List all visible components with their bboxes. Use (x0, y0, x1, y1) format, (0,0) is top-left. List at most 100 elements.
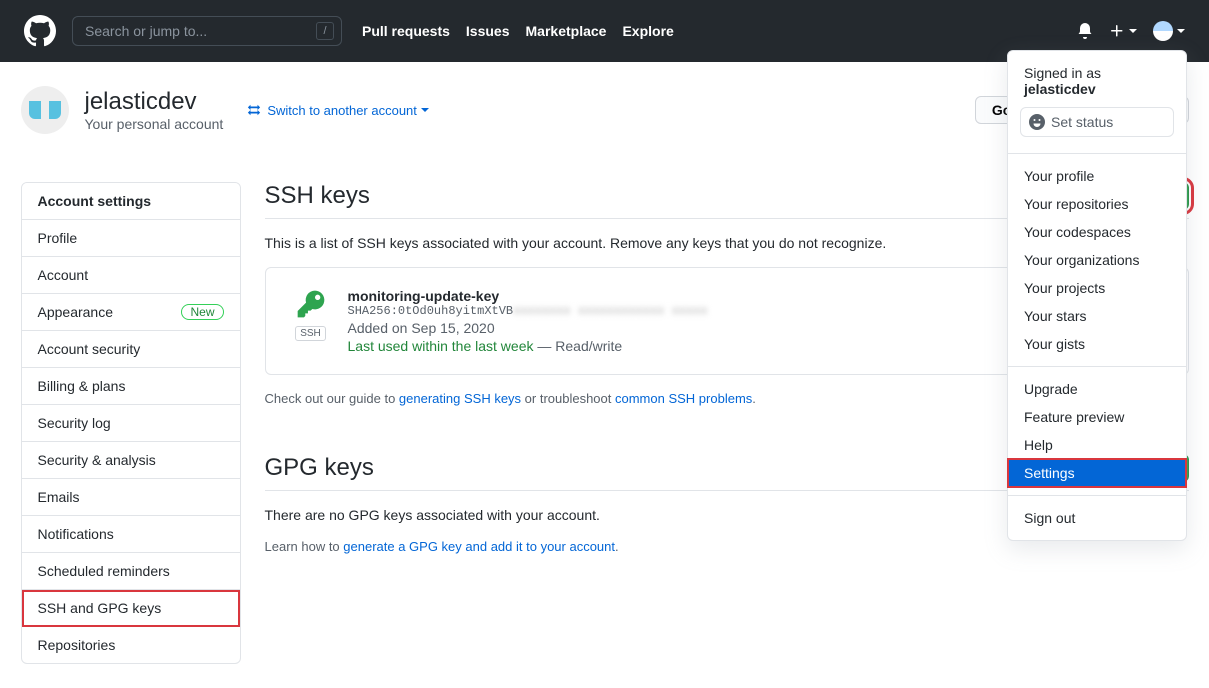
sidebar-item-label: Appearance (38, 304, 114, 320)
avatar-icon (1153, 21, 1173, 41)
dd-settings[interactable]: Settings (1008, 459, 1186, 487)
smiley-icon (1029, 114, 1045, 130)
dd-section-account: Upgrade Feature preview Help Settings (1008, 367, 1186, 495)
caret-down-icon (421, 108, 429, 112)
key-fp-prefix: SHA256:0tOd0uh8yitmXtVB (348, 304, 514, 318)
generate-gpg-key-link[interactable]: generate a GPG key and add it to your ac… (343, 539, 615, 554)
nav-marketplace[interactable]: Marketplace (526, 23, 607, 39)
key-last-used-text: Last used within the last week (348, 338, 534, 354)
bell-icon (1077, 23, 1093, 39)
guide-text: Check out our guide to (265, 391, 399, 406)
search-slash-icon: / (316, 22, 334, 40)
sidebar-item-security-log[interactable]: Security log (22, 405, 240, 442)
gpg-guide: Learn how to generate a GPG key and add … (265, 539, 1189, 554)
key-fp-blur: xxxxxxxx xxxxxxxxxxxx xxxxx (513, 304, 707, 318)
dd-your-codespaces[interactable]: Your codespaces (1008, 218, 1186, 246)
dd-section-signout: Sign out (1008, 496, 1186, 540)
nav-issues[interactable]: Issues (466, 23, 510, 39)
dd-feature-preview[interactable]: Feature preview (1008, 403, 1186, 431)
key-icon (295, 288, 327, 320)
dd-your-organizations[interactable]: Your organizations (1008, 246, 1186, 274)
dd-help[interactable]: Help (1008, 431, 1186, 459)
nav-pull-requests[interactable]: Pull requests (362, 23, 450, 39)
create-new-button[interactable] (1109, 23, 1137, 39)
search-input[interactable] (72, 16, 342, 46)
user-dropdown: Signed in as jelasticdev Set status Your… (1007, 50, 1187, 541)
set-status-label: Set status (1051, 114, 1113, 130)
dd-your-gists[interactable]: Your gists (1008, 330, 1186, 358)
sidebar-item-label: Security log (38, 415, 111, 431)
caret-down-icon (1177, 29, 1185, 33)
sidebar-item-security-analysis[interactable]: Security & analysis (22, 442, 240, 479)
notifications-button[interactable] (1077, 23, 1093, 39)
dd-sign-out[interactable]: Sign out (1008, 504, 1186, 532)
key-last-used: Last used within the last week — Read/wr… (348, 338, 1102, 354)
sidebar: Account settings Profile Account Appeara… (21, 182, 241, 664)
sidebar-item-profile[interactable]: Profile (22, 220, 240, 257)
key-icon-wrap: SSH (286, 288, 336, 354)
key-name: monitoring-update-key (348, 288, 1102, 304)
signed-in-prefix: Signed in as (1024, 65, 1101, 81)
sidebar-item-label: Account (38, 267, 89, 283)
signed-in-user: jelasticdev (1024, 81, 1096, 97)
ssh-tag: SSH (295, 326, 326, 341)
sidebar-item-repositories[interactable]: Repositories (22, 627, 240, 663)
sidebar-item-label: SSH and GPG keys (38, 600, 162, 616)
profile-title-block: jelasticdev Your personal account (85, 88, 224, 132)
key-added-date: Added on Sep 15, 2020 (348, 320, 1102, 336)
switch-account-link[interactable]: Switch to another account (247, 103, 429, 118)
search-wrap: / (72, 16, 342, 46)
key-info: monitoring-update-key SHA256:0tOd0uh8yit… (348, 288, 1102, 354)
sidebar-group: Account settings Profile Account Appeara… (21, 182, 241, 664)
gpg-title: GPG keys (265, 454, 374, 482)
dd-your-stars[interactable]: Your stars (1008, 302, 1186, 330)
dd-your-repositories[interactable]: Your repositories (1008, 190, 1186, 218)
ssh-title: SSH keys (265, 182, 370, 210)
key-fingerprint: SHA256:0tOd0uh8yitmXtVBxxxxxxxx xxxxxxxx… (348, 304, 1102, 318)
sidebar-item-emails[interactable]: Emails (22, 479, 240, 516)
sidebar-item-label: Profile (38, 230, 78, 246)
guide-text: . (752, 391, 756, 406)
sidebar-item-label: Account security (38, 341, 141, 357)
header-right (1077, 21, 1185, 41)
github-logo-icon[interactable] (24, 15, 56, 47)
profile-name: jelasticdev (85, 88, 224, 116)
profile-subtitle: Your personal account (85, 116, 224, 132)
key-rw: — Read/write (534, 338, 623, 354)
sidebar-item-notifications[interactable]: Notifications (22, 516, 240, 553)
sidebar-item-billing[interactable]: Billing & plans (22, 368, 240, 405)
common-ssh-problems-link[interactable]: common SSH problems (615, 391, 752, 406)
sidebar-item-ssh-gpg-keys[interactable]: SSH and GPG keys (22, 590, 240, 627)
sidebar-item-account-security[interactable]: Account security (22, 331, 240, 368)
sidebar-item-label: Notifications (38, 526, 114, 542)
sidebar-item-label: Security & analysis (38, 452, 156, 468)
nav-links: Pull requests Issues Marketplace Explore (362, 23, 674, 39)
guide-text: Learn how to (265, 539, 344, 554)
switch-icon (247, 103, 261, 117)
generating-ssh-keys-link[interactable]: generating SSH keys (399, 391, 521, 406)
dd-section-your: Your profile Your repositories Your code… (1008, 154, 1186, 366)
switch-account-label: Switch to another account (267, 103, 417, 118)
sidebar-item-label: Billing & plans (38, 378, 126, 394)
sidebar-item-label: Repositories (38, 637, 116, 653)
dd-your-profile[interactable]: Your profile (1008, 162, 1186, 190)
new-badge: New (181, 304, 223, 320)
caret-down-icon (1129, 29, 1137, 33)
sidebar-item-account[interactable]: Account (22, 257, 240, 294)
nav-explore[interactable]: Explore (622, 23, 673, 39)
sidebar-item-label: Scheduled reminders (38, 563, 170, 579)
avatar-large[interactable] (21, 86, 69, 134)
guide-text: . (615, 539, 619, 554)
sidebar-item-scheduled-reminders[interactable]: Scheduled reminders (22, 553, 240, 590)
signed-in-as: Signed in as jelasticdev (1008, 59, 1186, 103)
dd-upgrade[interactable]: Upgrade (1008, 375, 1186, 403)
plus-icon (1109, 23, 1125, 39)
dd-your-projects[interactable]: Your projects (1008, 274, 1186, 302)
sidebar-item-label: Emails (38, 489, 80, 505)
guide-text: or troubleshoot (521, 391, 615, 406)
dd-section-signed: Signed in as jelasticdev Set status (1008, 51, 1186, 153)
sidebar-header: Account settings (22, 183, 240, 220)
set-status-button[interactable]: Set status (1020, 107, 1174, 137)
sidebar-item-appearance[interactable]: Appearance New (22, 294, 240, 331)
user-menu-button[interactable] (1153, 21, 1185, 41)
